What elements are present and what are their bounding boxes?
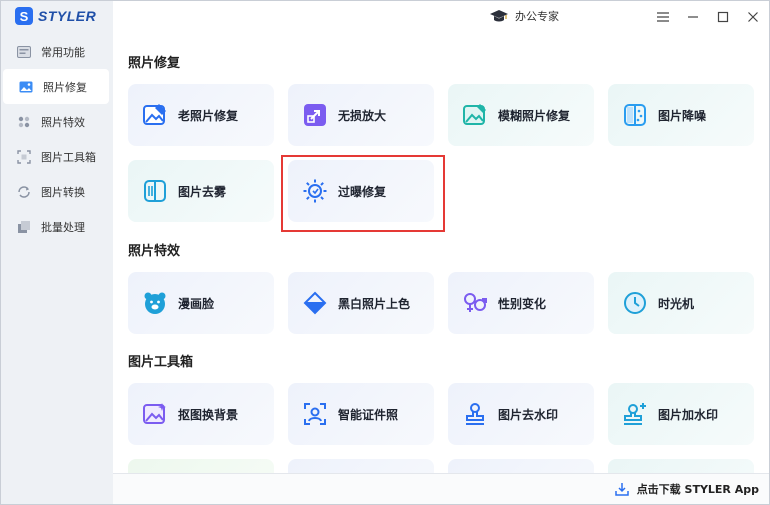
card-partial[interactable] — [288, 459, 434, 473]
card-partial[interactable] — [128, 459, 274, 473]
sidebar-item-label: 图片工具箱 — [41, 150, 96, 164]
main-content: 照片修复 老照片修复 无损放大 模糊照片修复 图片降噪 图片去雾 过曝修复 照片… — [113, 33, 769, 473]
card-partial[interactable] — [448, 459, 594, 473]
card-image-denoise[interactable]: 图片降噪 — [608, 84, 754, 146]
download-icon — [614, 483, 629, 496]
card-image-dehaze[interactable]: 图片去雾 — [128, 160, 274, 222]
card-id-photo[interactable]: 智能证件照 — [288, 383, 434, 445]
grid-icon — [17, 45, 31, 59]
sidebar: S STYLER 常用功能 照片修复 照片特效 图片工具箱 图片转换 批量处理 — [1, 1, 113, 504]
sidebar-item-label: 照片特效 — [41, 115, 85, 129]
clock-icon — [622, 290, 648, 316]
graduation-cap-icon — [490, 10, 508, 22]
download-app-link[interactable]: 点击下载 STYLER App — [614, 481, 759, 497]
card-partial[interactable] — [608, 459, 754, 473]
sidebar-item-common[interactable]: 常用功能 — [1, 34, 113, 69]
dehaze-icon — [142, 178, 168, 204]
logo-badge: S — [15, 7, 33, 25]
app-logo: S STYLER — [15, 7, 96, 25]
hamburger-icon — [657, 12, 669, 22]
sparkle-icon — [17, 115, 31, 129]
sidebar-item-batch[interactable]: 批量处理 — [1, 209, 113, 244]
card-colorize-photo[interactable]: 黑白照片上色 — [288, 272, 434, 334]
card-gender-swap[interactable]: 性别变化 — [448, 272, 594, 334]
section-title-image-toolbox: 图片工具箱 — [128, 355, 194, 370]
stamp-add-icon — [622, 401, 648, 427]
blur-fix-icon — [462, 102, 488, 128]
card-old-photo-repair[interactable]: 老照片修复 — [128, 84, 274, 146]
section-title-photo-effects: 照片特效 — [128, 244, 181, 259]
minimize-button[interactable] — [685, 9, 701, 25]
card-cutout-background[interactable]: 抠图换背景 — [128, 383, 274, 445]
menu-button[interactable] — [655, 9, 671, 25]
crop-icon — [17, 149, 31, 164]
sidebar-item-image-toolbox[interactable]: 图片工具箱 — [1, 139, 113, 174]
close-icon — [748, 12, 758, 22]
upscale-icon — [302, 102, 328, 128]
close-button[interactable] — [745, 9, 761, 25]
convert-icon — [17, 185, 31, 199]
footer-bar: 点击下载 STYLER App — [113, 473, 769, 504]
card-cartoon-face[interactable]: 漫画脸 — [128, 272, 274, 334]
app-window: S STYLER 常用功能 照片修复 照片特效 图片工具箱 图片转换 批量处理 … — [0, 0, 770, 505]
stack-icon — [17, 220, 31, 234]
card-remove-watermark[interactable]: 图片去水印 — [448, 383, 594, 445]
brand-tag-label: 办公专家 — [515, 10, 559, 23]
brand-tag[interactable]: 办公专家 — [489, 8, 559, 24]
maximize-button[interactable] — [715, 9, 731, 25]
sidebar-item-label: 图片转换 — [41, 185, 85, 199]
logo-text: STYLER — [38, 8, 97, 24]
paint-bucket-icon — [302, 290, 328, 316]
bear-face-icon — [142, 290, 168, 316]
sidebar-item-image-convert[interactable]: 图片转换 — [1, 174, 113, 209]
maximize-icon — [717, 11, 729, 23]
sidebar-item-photo-repair[interactable]: 照片修复 — [3, 69, 109, 104]
sidebar-item-photo-effects[interactable]: 照片特效 — [1, 104, 113, 139]
sidebar-item-label: 常用功能 — [41, 45, 85, 59]
section-title-photo-repair: 照片修复 — [128, 56, 181, 71]
cutout-icon — [142, 401, 168, 427]
card-blur-photo-repair[interactable]: 模糊照片修复 — [448, 84, 594, 146]
title-bar: 办公专家 — [113, 1, 769, 33]
stamp-remove-icon — [462, 401, 488, 427]
minimize-icon — [688, 16, 698, 18]
sidebar-item-label: 照片修复 — [43, 80, 87, 94]
image-icon — [19, 80, 33, 94]
photo-restore-icon — [142, 102, 168, 128]
sidebar-item-label: 批量处理 — [41, 220, 85, 234]
card-add-watermark[interactable]: 图片加水印 — [608, 383, 754, 445]
download-app-label: 点击下载 STYLER App — [636, 483, 759, 496]
selection-highlight-box — [281, 155, 445, 232]
gender-icon — [462, 290, 488, 316]
card-lossless-upscale[interactable]: 无损放大 — [288, 84, 434, 146]
denoise-icon — [622, 102, 648, 128]
id-photo-icon — [302, 401, 328, 427]
card-time-machine[interactable]: 时光机 — [608, 272, 754, 334]
